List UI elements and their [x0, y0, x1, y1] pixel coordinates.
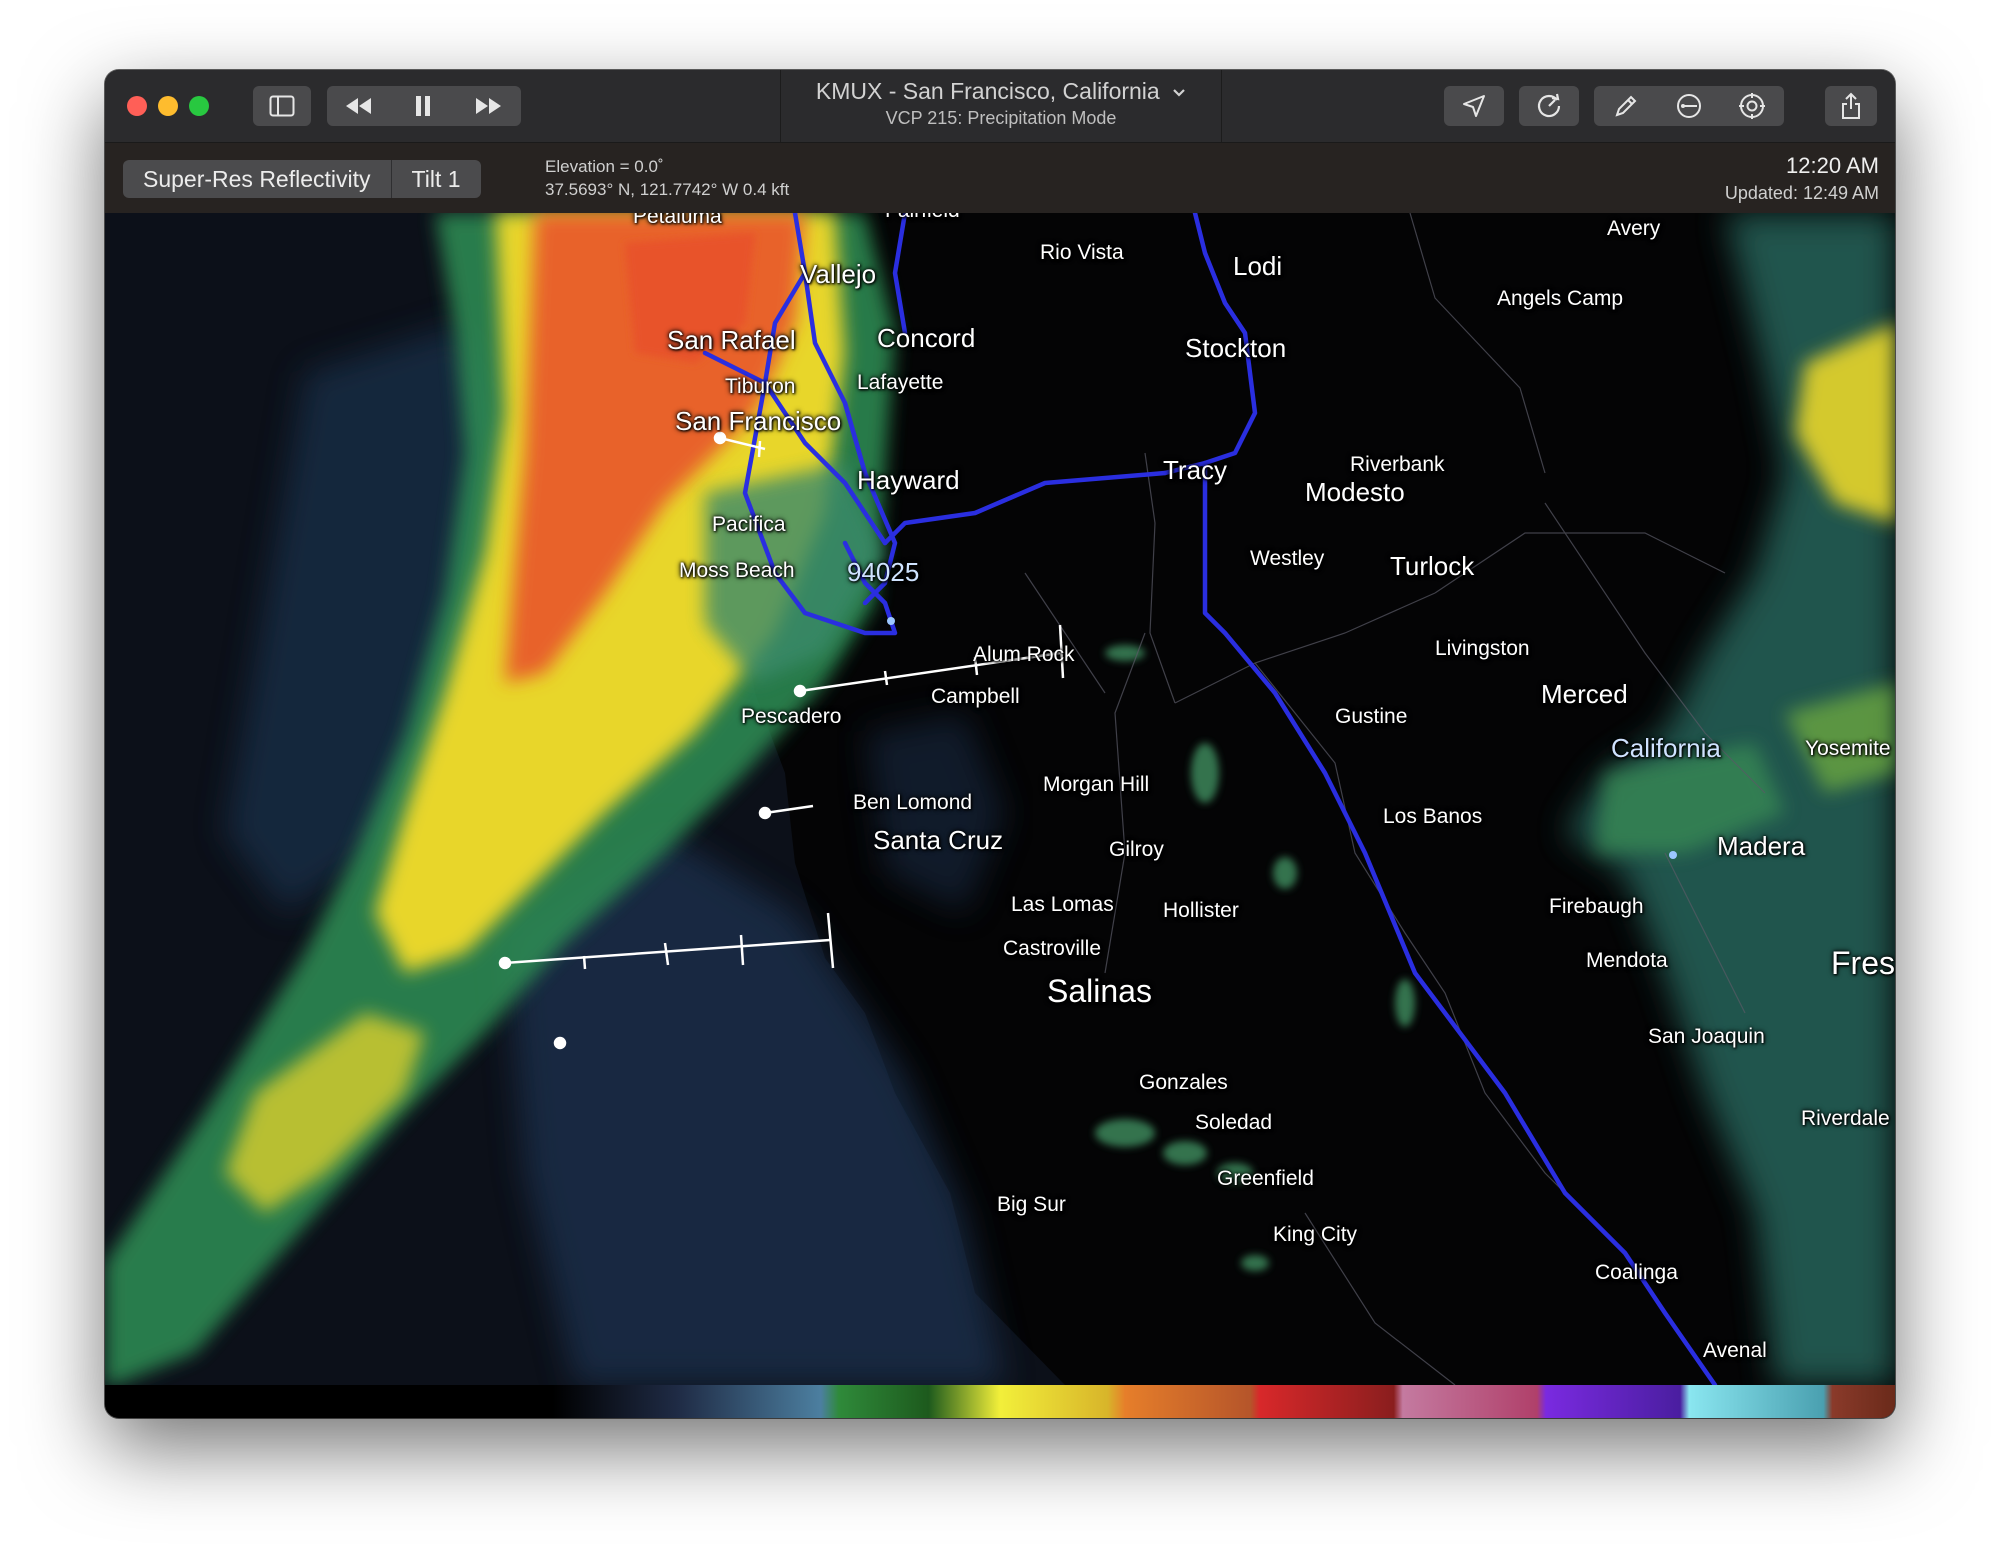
distance-tool-icon: [1676, 94, 1701, 118]
rewind-icon: [346, 98, 371, 114]
target-icon: [1739, 93, 1765, 119]
city-label-avenal: Avenal: [1703, 1339, 1767, 1362]
share-icon: [1842, 92, 1860, 119]
city-label-pacifica: Pacifica: [712, 513, 786, 536]
share-button[interactable]: [1825, 86, 1877, 126]
city-label-gonzales: Gonzales: [1139, 1071, 1228, 1094]
city-label-soledad: Soledad: [1195, 1111, 1273, 1134]
city-label-hollister: Hollister: [1163, 899, 1239, 922]
city-label-yosemite: Yosemite: [1805, 737, 1891, 760]
city-label-castroville: Castroville: [1003, 937, 1102, 960]
city-label-riverbank: Riverbank: [1350, 453, 1445, 476]
city-label-angels-camp: Angels Camp: [1497, 287, 1624, 310]
city-label-greenfield: Greenfield: [1217, 1167, 1314, 1190]
radar-site-marker: [887, 617, 895, 625]
city-label-lodi: Lodi: [1233, 251, 1283, 281]
target-button[interactable]: [1720, 86, 1784, 126]
playback-controls: [327, 86, 521, 126]
city-label-rio-vista: Rio Vista: [1040, 241, 1124, 264]
elevation-readout: Elevation = 0.0˚: [545, 157, 664, 176]
city-label-concord: Concord: [877, 323, 976, 353]
radar-app-window: KMUX - San Francisco, California VCP 215…: [105, 70, 1895, 1418]
city-label-morgan-hill: Morgan Hill: [1043, 773, 1150, 796]
pause-icon: [416, 96, 430, 116]
rewind-button[interactable]: [327, 86, 391, 126]
city-label-campbell: Campbell: [931, 685, 1020, 708]
city-label-turlock: Turlock: [1390, 551, 1475, 581]
radar-refresh-button[interactable]: [1519, 86, 1579, 126]
pause-button[interactable]: [391, 86, 455, 126]
city-label-riverdale: Riverdale: [1801, 1107, 1890, 1130]
product-toolbar: Super-Res Reflectivity Tilt 1 Elevation …: [105, 143, 1895, 213]
city-label-san-rafael: San Rafael: [667, 325, 796, 355]
city-label-big-sur: Big Sur: [997, 1193, 1066, 1216]
city-label-firebaugh: Firebaugh: [1549, 895, 1644, 918]
city-label-tracy: Tracy: [1163, 455, 1228, 485]
city-label-modesto: Modesto: [1305, 477, 1405, 507]
pencil-icon: [1614, 95, 1636, 117]
city-label-gustine: Gustine: [1335, 705, 1408, 728]
sidebar-toggle-icon: [269, 95, 295, 117]
window-subtitle: VCP 215: Precipitation Mode: [885, 108, 1117, 128]
city-label-merced: Merced: [1541, 679, 1628, 709]
city-label-madera: Madera: [1717, 831, 1806, 861]
city-label-los-banos: Los Banos: [1383, 805, 1483, 828]
city-label-vallejo: Vallejo: [800, 259, 877, 289]
city-label-san-joaquin: San Joaquin: [1648, 1025, 1765, 1048]
city-label-pescadero: Pescadero: [741, 705, 842, 728]
distance-tool-button[interactable]: [1657, 86, 1720, 126]
city-label-moss-beach: Moss Beach: [679, 559, 795, 582]
city-label-fresno: Fres: [1831, 945, 1895, 981]
radar-site-selector[interactable]: KMUX - San Francisco, California VCP 215…: [780, 70, 1222, 142]
city-label-fairfield: Fairfield: [885, 213, 960, 223]
radar-refresh-icon: [1537, 93, 1561, 118]
city-label-livingston: Livingston: [1435, 637, 1530, 660]
city-label-ben-lomond: Ben Lomond: [853, 791, 973, 814]
city-label-coalinga: Coalinga: [1595, 1261, 1678, 1284]
pencil-button[interactable]: [1594, 86, 1657, 126]
chevron-down-icon: [1173, 89, 1185, 97]
city-label-salinas: Salinas: [1047, 973, 1152, 1009]
location-arrow-icon: [1463, 95, 1485, 117]
city-label-california: California: [1611, 733, 1721, 763]
product-selector: Super-Res Reflectivity Tilt 1: [123, 160, 481, 198]
fast-forward-button[interactable]: [455, 86, 521, 126]
close-button[interactable]: [127, 96, 147, 116]
tilt-button[interactable]: Tilt 1: [392, 160, 481, 198]
radar-map[interactable]: Petaluma Fairfield Vallejo Rio Vista Lod…: [105, 213, 1895, 1385]
city-label-mendota: Mendota: [1586, 949, 1668, 972]
city-label-tiburon: Tiburon: [725, 375, 796, 398]
minimize-button[interactable]: [158, 96, 178, 116]
fast-forward-icon: [476, 98, 501, 114]
city-label-petaluma: Petaluma: [633, 213, 722, 228]
reflectivity-color-scale: [105, 1385, 1895, 1418]
city-label-gilroy: Gilroy: [1109, 838, 1164, 861]
zoom-button[interactable]: [189, 96, 209, 116]
title-bar: KMUX - San Francisco, California VCP 215…: [105, 70, 1895, 143]
city-label-king-city: King City: [1273, 1223, 1358, 1246]
zip-label-94025: 94025: [847, 557, 920, 587]
city-label-lafayette: Lafayette: [857, 371, 944, 394]
sidebar-toggle-button[interactable]: [253, 86, 311, 126]
city-label-alum-rock: Alum Rock: [973, 643, 1075, 666]
city-label-avery: Avery: [1607, 217, 1661, 240]
california-marker: [1669, 851, 1677, 859]
window-title: KMUX - San Francisco, California: [815, 78, 1160, 104]
city-label-hayward: Hayward: [857, 465, 960, 495]
city-label-santa-cruz: Santa Cruz: [873, 825, 1004, 855]
scan-time: 12:20 AM: [1786, 153, 1879, 178]
city-label-stockton: Stockton: [1185, 333, 1287, 363]
cursor-coordinates: 37.5693° N, 121.7742° W 0.4 kft: [545, 180, 790, 199]
updated-time: Updated: 12:49 AM: [1724, 183, 1879, 203]
city-label-westley: Westley: [1250, 547, 1325, 570]
location-button[interactable]: [1444, 86, 1504, 126]
product-button[interactable]: Super-Res Reflectivity: [123, 160, 392, 198]
city-label-las-lomas: Las Lomas: [1011, 893, 1114, 916]
city-label-san-francisco: San Francisco: [675, 406, 842, 436]
drawing-tools: [1594, 86, 1784, 126]
